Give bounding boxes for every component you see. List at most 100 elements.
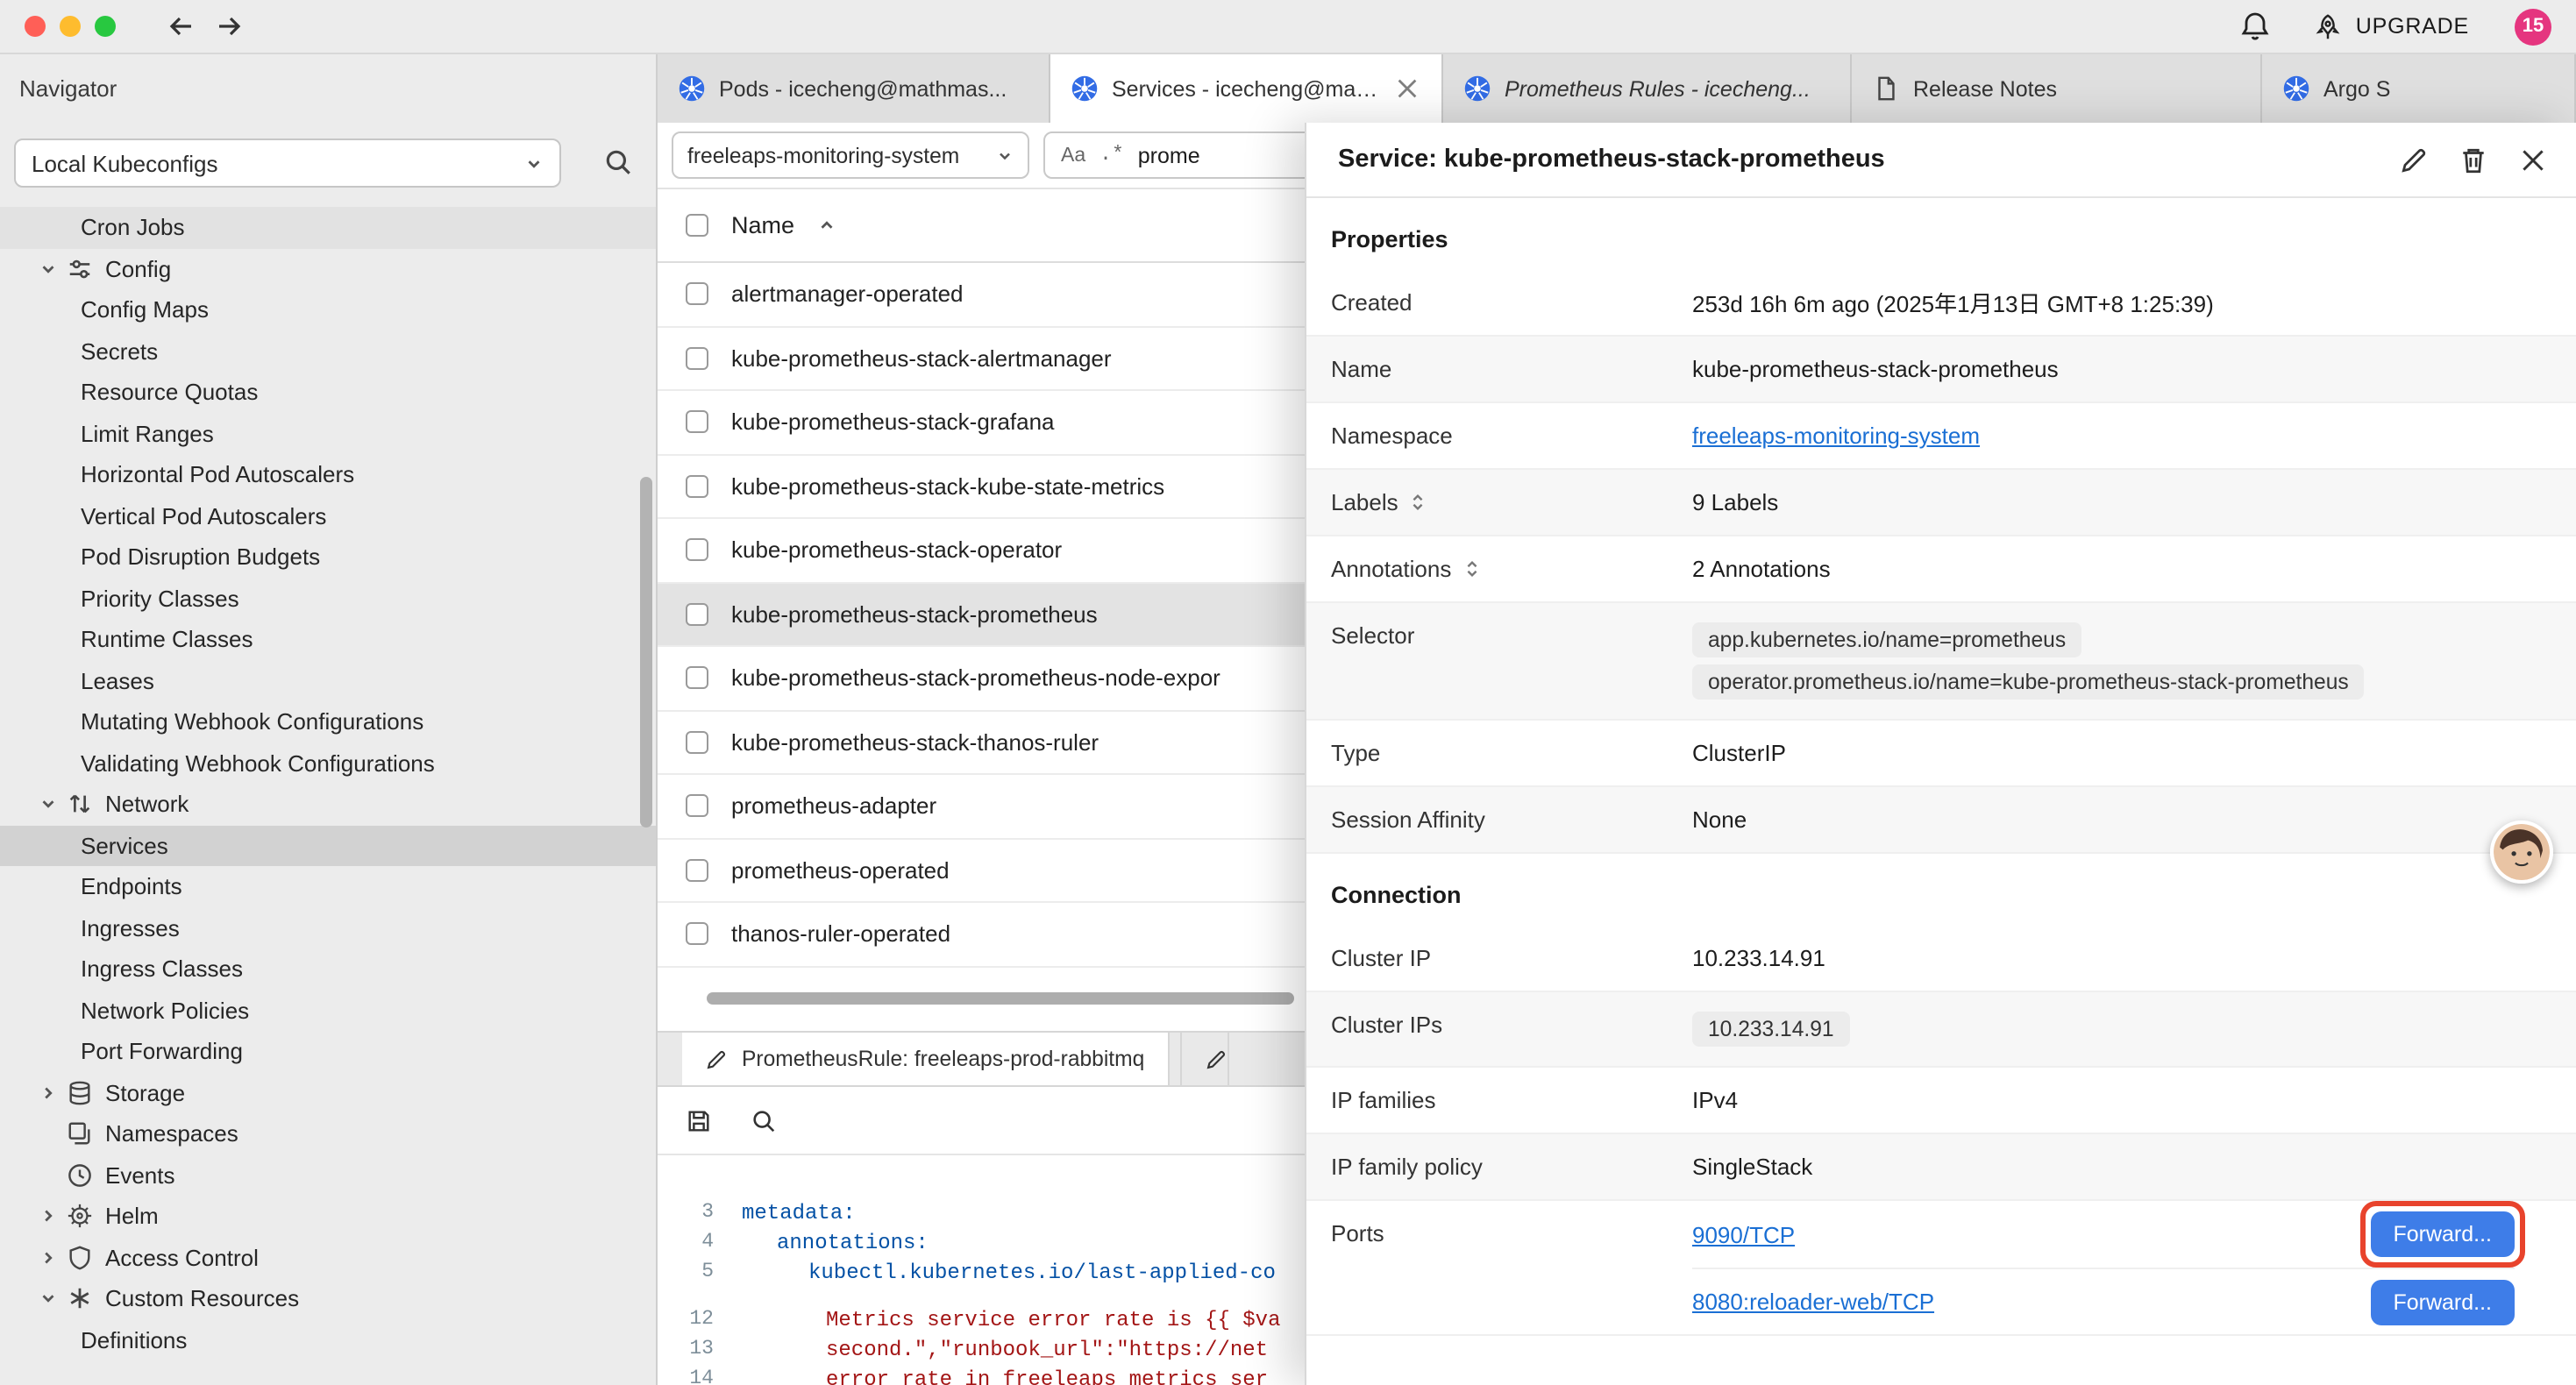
sidebar-item-vertical-pod-autoscalers[interactable]: Vertical Pod Autoscalers [0, 495, 656, 536]
sidebar-item-secrets[interactable]: Secrets [0, 330, 656, 372]
horizontal-scrollbar[interactable] [658, 992, 1306, 1010]
edit-resource-icon[interactable] [2399, 145, 2429, 174]
sidebar-item-resource-quotas[interactable]: Resource Quotas [0, 372, 656, 413]
sidebar-item-definitions[interactable]: Definitions [0, 1319, 656, 1360]
table-row-prometheus-operated[interactable]: prometheus-operated [658, 839, 1306, 903]
sidebar-item-access-control[interactable]: Access Control [0, 1237, 656, 1278]
table-row-kube-prometheus-stack-kube-state-metrics[interactable]: kube-prometheus-stack-kube-state-metrics [658, 455, 1306, 519]
sidebar-item-events[interactable]: Events [0, 1154, 656, 1196]
port-link-9090-tcp[interactable]: 9090/TCP [1692, 1221, 1795, 1247]
twisty-collapsed-icon[interactable] [39, 1248, 67, 1268]
sidebar-item-namespaces[interactable]: Namespaces [0, 1113, 656, 1154]
row-checkbox[interactable] [686, 283, 708, 306]
sidebar-item-custom-resources[interactable]: Custom Resources [0, 1278, 656, 1319]
row-checkbox[interactable] [686, 603, 708, 626]
table-row-prometheus-adapter[interactable]: prometheus-adapter [658, 775, 1306, 839]
sidebar-item-horizontal-pod-autoscalers[interactable]: Horizontal Pod Autoscalers [0, 454, 656, 495]
sidebar-item-pod-disruption-budgets[interactable]: Pod Disruption Budgets [0, 536, 656, 578]
table-row-kube-prometheus-stack-thanos-ruler[interactable]: kube-prometheus-stack-thanos-ruler [658, 711, 1306, 775]
navigator-scrollbar[interactable] [640, 477, 652, 827]
table-row-alertmanager-operated[interactable]: alertmanager-operated [658, 263, 1306, 327]
sidebar-item-validating-webhook-configurations[interactable]: Validating Webhook Configurations [0, 742, 656, 784]
notifications-bell-icon[interactable] [2240, 11, 2272, 42]
table-row-kube-prometheus-stack-grafana[interactable]: kube-prometheus-stack-grafana [658, 391, 1306, 455]
twisty-expanded-icon[interactable] [39, 1289, 67, 1309]
table-row-kube-prometheus-stack-prometheus-node-ex[interactable]: kube-prometheus-stack-prometheus-node-ex… [658, 647, 1306, 711]
save-icon[interactable] [686, 1107, 712, 1133]
kubernetes-icon [1464, 75, 1491, 102]
sidebar-item-services[interactable]: Services [0, 825, 656, 866]
regex-toggle[interactable]: .* [1099, 144, 1124, 167]
tab-services-icecheng-math[interactable]: Services - icecheng@math... [1050, 54, 1443, 123]
sidebar-item-network-policies[interactable]: Network Policies [0, 990, 656, 1031]
upgrade-button[interactable]: UPGRADE [2314, 11, 2469, 41]
close-window-button[interactable] [25, 16, 46, 37]
port-link-8080-reloader-web-tcp[interactable]: 8080:reloader-web/TCP [1692, 1289, 1934, 1315]
row-checkbox[interactable] [686, 475, 708, 498]
kubeconfig-dropdown[interactable]: Local Kubeconfigs [14, 138, 561, 188]
sidebar-item-helm[interactable]: Helm [0, 1196, 656, 1237]
sidebar-item-storage[interactable]: Storage [0, 1072, 656, 1113]
sidebar-item-config-maps[interactable]: Config Maps [0, 289, 656, 330]
sidebar-item-limit-ranges[interactable]: Limit Ranges [0, 413, 656, 454]
sidebar-item-priority-classes[interactable]: Priority Classes [0, 578, 656, 619]
row-checkbox[interactable] [686, 859, 708, 882]
avatar[interactable] [2490, 820, 2553, 884]
twisty-collapsed-icon[interactable] [39, 1207, 67, 1226]
resource-search-input[interactable]: Aa .* prome [1043, 131, 1306, 179]
twisty-expanded-icon[interactable] [39, 259, 67, 279]
sort-asc-icon[interactable] [817, 216, 836, 235]
row-checkbox[interactable] [686, 539, 708, 562]
sidebar-item-ingress-classes[interactable]: Ingress Classes [0, 948, 656, 990]
sidebar-item-port-forwarding[interactable]: Port Forwarding [0, 1031, 656, 1072]
sidebar-item-ingresses[interactable]: Ingresses [0, 907, 656, 948]
close-icon[interactable] [1394, 75, 1420, 102]
sidebar-item-mutating-webhook-configurations[interactable]: Mutating Webhook Configurations [0, 701, 656, 742]
navigator-search-icon[interactable] [603, 147, 633, 177]
row-checkbox[interactable] [686, 923, 708, 946]
table-row-kube-prometheus-stack-prometheus[interactable]: kube-prometheus-stack-prometheus [658, 583, 1306, 647]
twisty-expanded-icon[interactable] [39, 795, 67, 814]
editor-tab-prometheusrule[interactable]: PrometheusRule: freeleaps-prod-rabbitmq [682, 1033, 1169, 1085]
updown-icon[interactable] [1409, 493, 1428, 512]
delete-resource-icon[interactable] [2459, 145, 2488, 174]
row-checkbox[interactable] [686, 411, 708, 434]
table-row-kube-prometheus-stack-operator[interactable]: kube-prometheus-stack-operator [658, 519, 1306, 583]
minimize-window-button[interactable] [60, 16, 81, 37]
tab-release-notes[interactable]: Release Notes [1852, 54, 2262, 123]
yaml-editor[interactable]: 3metadata:4annotations:5kubectl.kubernet… [658, 1155, 1306, 1385]
match-case-toggle[interactable]: Aa [1061, 145, 1085, 166]
sidebar-item-cron-jobs[interactable]: Cron Jobs [0, 207, 656, 248]
horizontal-scrollbar-thumb[interactable] [707, 992, 1294, 1005]
forward-button-9090-tcp[interactable]: Forward... [2370, 1211, 2515, 1257]
column-header-name[interactable]: Name [731, 212, 794, 238]
namespace-link[interactable]: freeleaps-monitoring-system [1692, 423, 1980, 449]
editor-tab-partial[interactable] [1179, 1033, 1228, 1085]
zoom-window-button[interactable] [95, 16, 116, 37]
table-row-kube-prometheus-stack-alertmanager[interactable]: kube-prometheus-stack-alertmanager [658, 327, 1306, 391]
close-panel-icon[interactable] [2518, 145, 2548, 174]
row-checkbox[interactable] [686, 667, 708, 690]
profile-count-badge[interactable]: 15 [2515, 8, 2551, 45]
sidebar-item-endpoints[interactable]: Endpoints [0, 866, 656, 907]
property-label: Namespace [1331, 423, 1692, 449]
sidebar-item-config[interactable]: Config [0, 248, 656, 289]
tab-argo-s[interactable]: Argo S [2262, 54, 2576, 123]
sidebar-item-network[interactable]: Network [0, 784, 656, 825]
updown-icon[interactable] [1462, 559, 1481, 579]
editor-search-icon[interactable] [751, 1107, 777, 1133]
sidebar-item-runtime-classes[interactable]: Runtime Classes [0, 619, 656, 660]
forward-icon[interactable] [214, 11, 246, 42]
select-all-checkbox[interactable] [686, 214, 708, 237]
table-row-thanos-ruler-operated[interactable]: thanos-ruler-operated [658, 903, 1306, 967]
namespace-dropdown[interactable]: freeleaps-monitoring-system [672, 131, 1029, 179]
sidebar-item-leases[interactable]: Leases [0, 660, 656, 701]
row-checkbox[interactable] [686, 795, 708, 818]
back-icon[interactable] [165, 11, 196, 42]
tab-pods-icecheng-mathmas[interactable]: Pods - icecheng@mathmas... [658, 54, 1050, 123]
tab-prometheus-rules-icecheng[interactable]: Prometheus Rules - icecheng... [1443, 54, 1852, 123]
forward-button-8080-reloader-web-tcp[interactable]: Forward... [2370, 1279, 2515, 1325]
twisty-collapsed-icon[interactable] [39, 1083, 67, 1103]
row-checkbox[interactable] [686, 347, 708, 370]
row-checkbox[interactable] [686, 731, 708, 754]
